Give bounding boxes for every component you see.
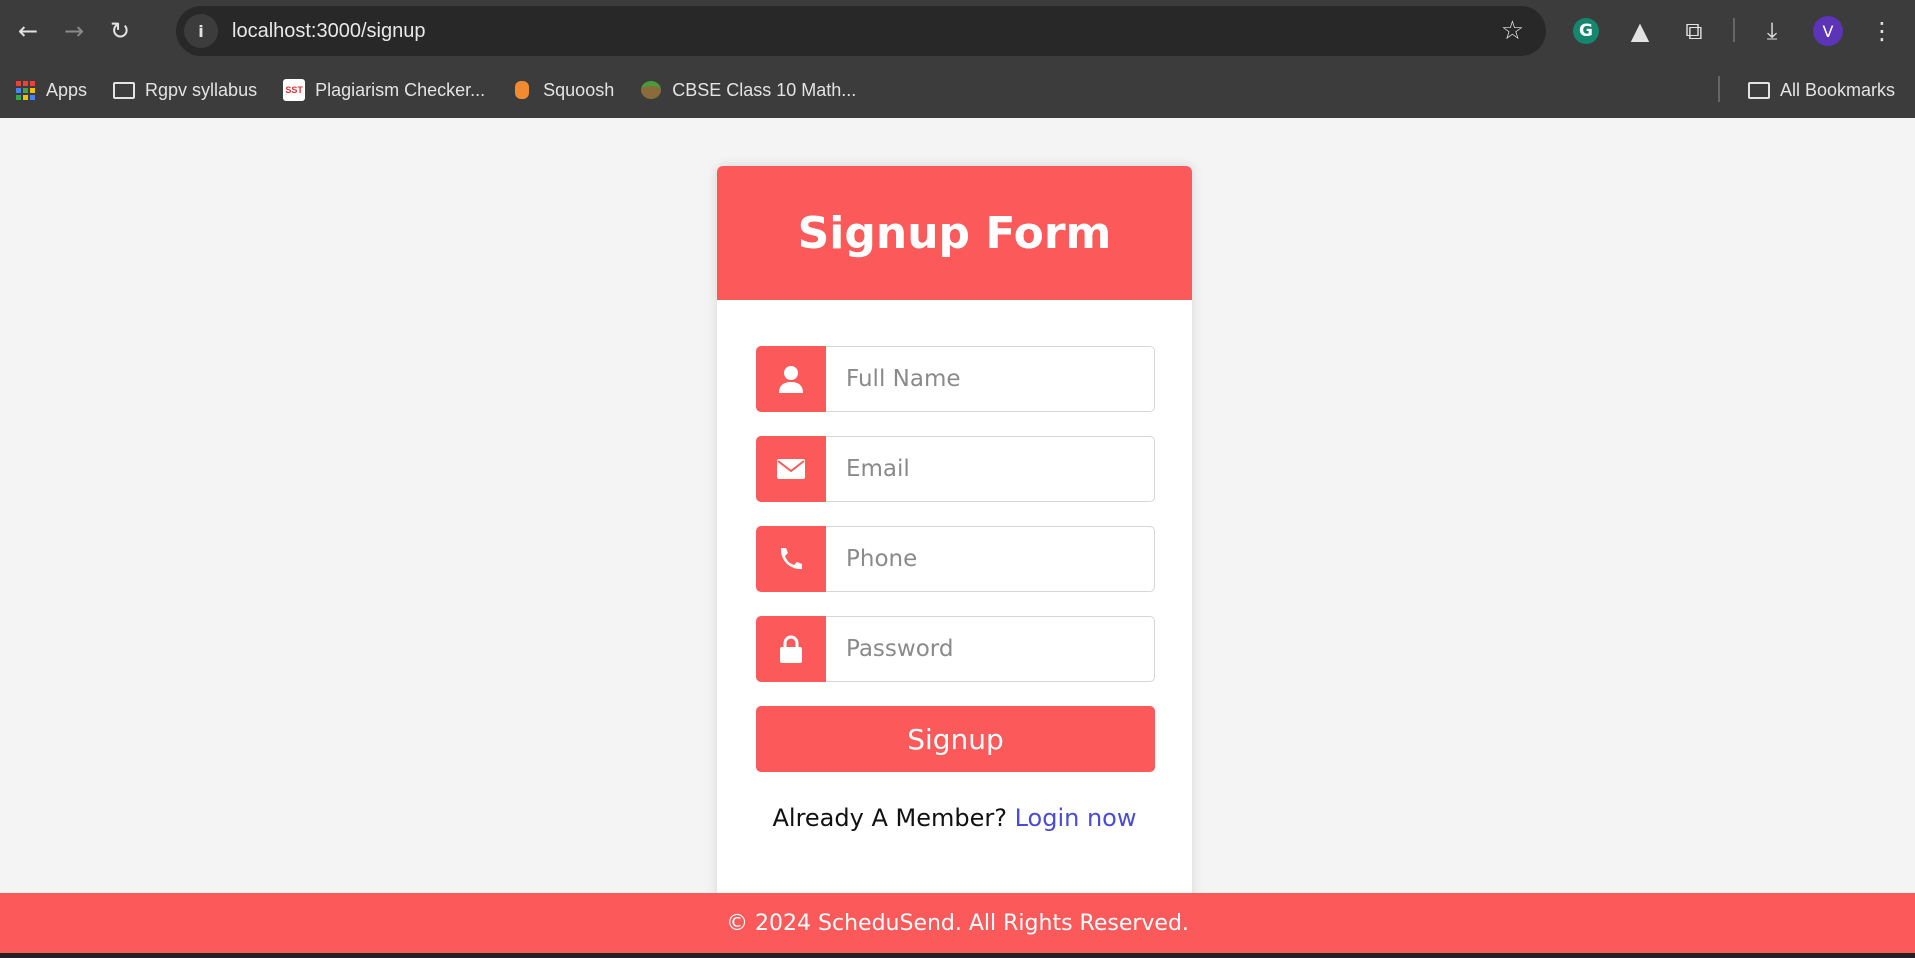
- email-input[interactable]: [826, 436, 1155, 502]
- footer: © 2024 ScheduSend. All Rights Reserved.: [0, 893, 1915, 953]
- back-button[interactable]: ←: [10, 13, 46, 49]
- download-icon[interactable]: ⤓: [1754, 13, 1790, 49]
- squoosh-favicon: [511, 79, 533, 101]
- apps-grid-icon: [14, 79, 36, 101]
- email-field-row: [756, 436, 1155, 502]
- all-bookmarks-button[interactable]: All Bookmarks: [1747, 80, 1895, 101]
- signup-card: Signup Form Signup Already A Member? Log…: [717, 166, 1192, 906]
- site-info-icon[interactable]: i: [184, 14, 218, 48]
- bookmark-star-icon[interactable]: ☆: [1501, 16, 1524, 46]
- extension-mountain-icon[interactable]: ▲: [1622, 13, 1658, 49]
- extensions-puzzle-icon[interactable]: ⧉: [1676, 13, 1712, 49]
- grammarly-extension-icon[interactable]: G: [1568, 13, 1604, 49]
- menu-kebab-icon[interactable]: ⋮: [1864, 13, 1900, 49]
- form-title: Signup Form: [797, 207, 1112, 259]
- bookmarks-divider: [1718, 76, 1720, 102]
- toolbar-divider: [1733, 18, 1735, 42]
- url-text[interactable]: localhost:3000/signup: [232, 20, 425, 43]
- browser-toolbar: ← → ↻ i localhost:3000/signup ☆ G ▲ ⧉ ⤓ …: [0, 0, 1915, 62]
- footer-text: © 2024 ScheduSend. All Rights Reserved.: [726, 910, 1189, 936]
- forward-button[interactable]: →: [56, 13, 92, 49]
- password-input[interactable]: [826, 616, 1155, 682]
- bookmarks-bar: Apps Rgpv syllabus SST Plagiarism Checke…: [0, 62, 1915, 118]
- bookmark-apps[interactable]: Apps: [14, 79, 87, 101]
- phone-icon: [756, 526, 826, 592]
- envelope-icon: [756, 436, 826, 502]
- user-icon: [756, 346, 826, 412]
- member-text: Already A Member?: [772, 804, 1007, 832]
- password-field-row: [756, 616, 1155, 682]
- phone-input[interactable]: [826, 526, 1155, 592]
- folder-icon: [113, 79, 136, 101]
- lock-icon: [756, 616, 826, 682]
- signup-button[interactable]: Signup: [756, 706, 1155, 772]
- sst-favicon: SST: [283, 79, 306, 101]
- bookmark-rgpv-syllabus[interactable]: Rgpv syllabus: [113, 79, 257, 101]
- address-bar[interactable]: i localhost:3000/signup ☆: [176, 6, 1546, 56]
- phone-field-row: [756, 526, 1155, 592]
- profile-avatar[interactable]: V: [1813, 16, 1843, 46]
- cbse-favicon: [640, 79, 662, 101]
- form-header: Signup Form: [717, 166, 1192, 300]
- folder-icon: [1747, 81, 1770, 99]
- login-link[interactable]: Login now: [1015, 804, 1137, 832]
- login-prompt: Already A Member? Login now: [717, 804, 1192, 832]
- reload-button[interactable]: ↻: [102, 13, 138, 49]
- bookmark-plagiarism-checker[interactable]: SST Plagiarism Checker...: [283, 79, 485, 101]
- bookmark-cbse-math[interactable]: CBSE Class 10 Math...: [640, 79, 856, 101]
- taskbar-strip: [0, 953, 1915, 958]
- full-name-field-row: [756, 346, 1155, 412]
- bookmark-squoosh[interactable]: Squoosh: [511, 79, 614, 101]
- full-name-input[interactable]: [826, 346, 1155, 412]
